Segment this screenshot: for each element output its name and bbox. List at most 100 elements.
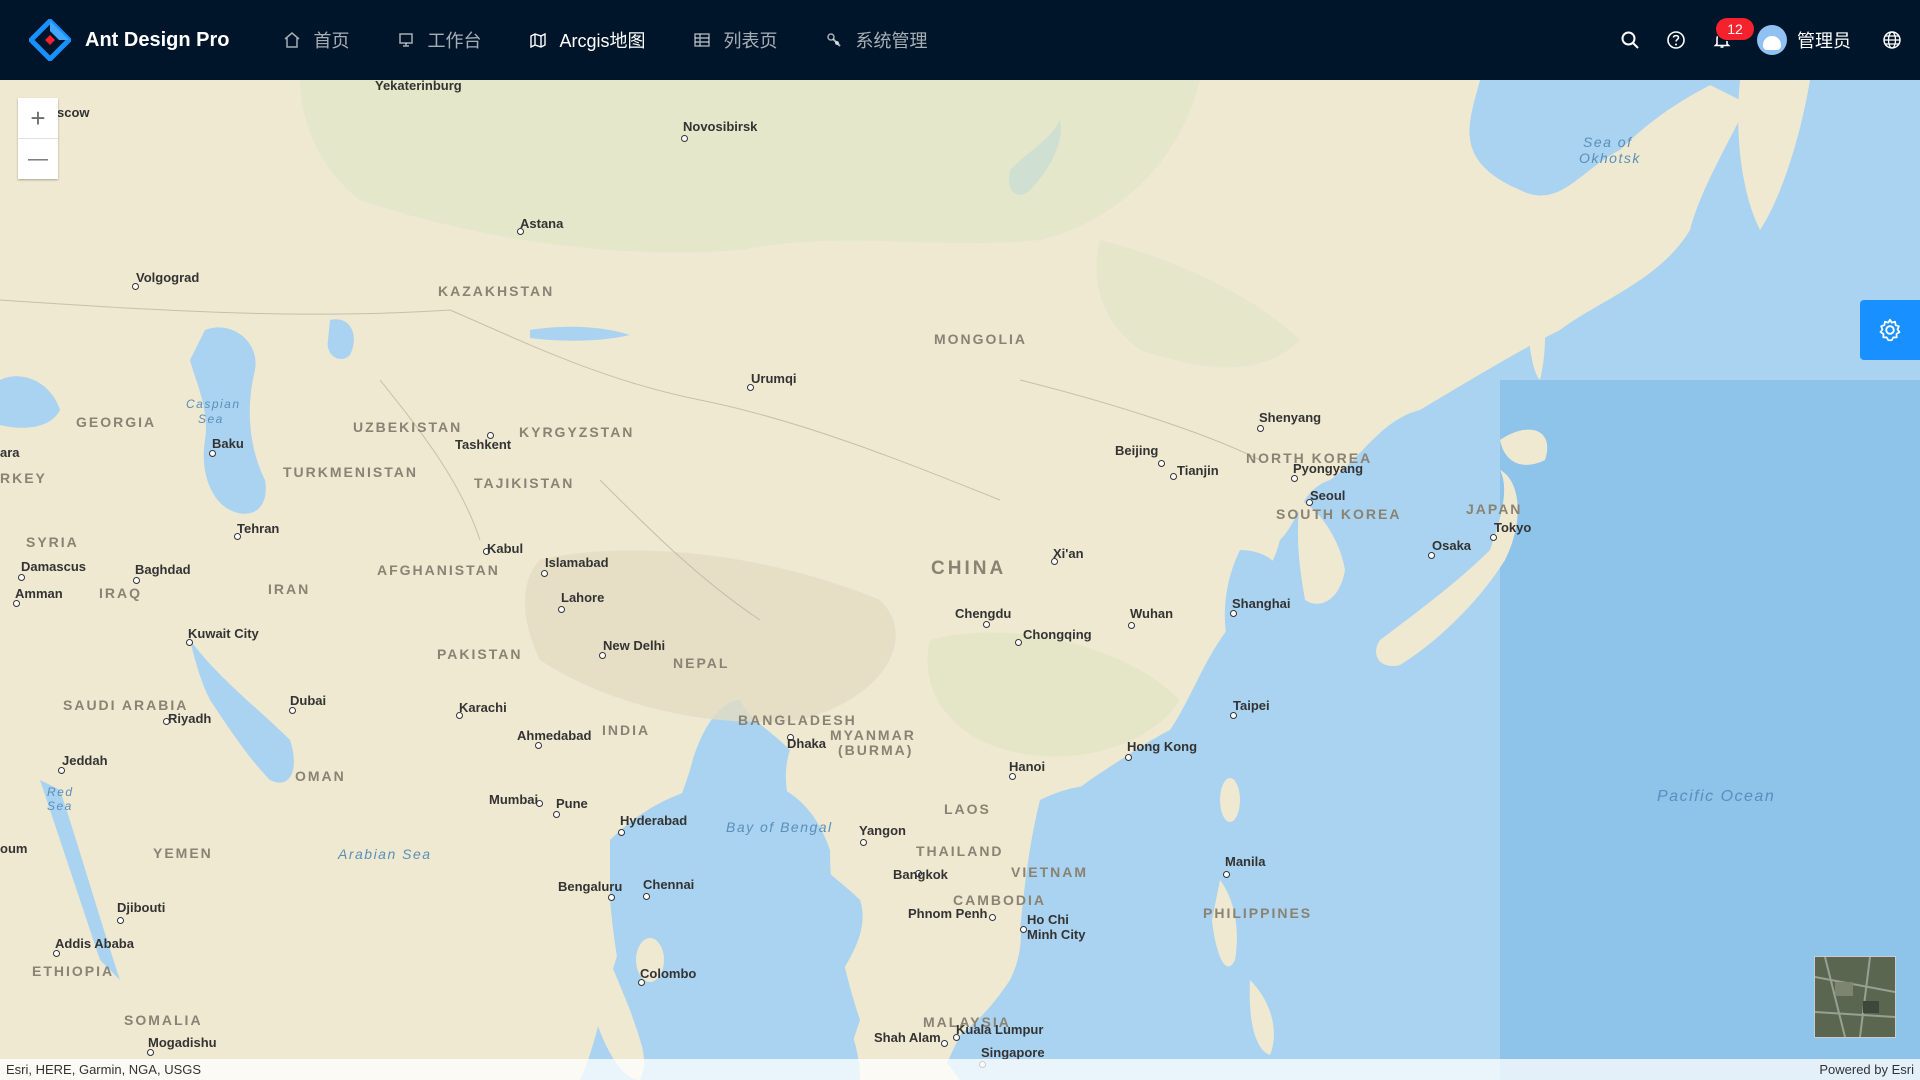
- minus-icon: —: [28, 147, 48, 170]
- map-label-water: Pacific Ocean: [1657, 788, 1776, 805]
- map-label-city: ara: [0, 445, 20, 460]
- zoom-in-button[interactable]: +: [18, 98, 58, 138]
- map-attribution-bar: Esri, HERE, Garmin, NGA, USGS Powered by…: [0, 1059, 1920, 1080]
- map-label-city: Astana: [520, 216, 564, 231]
- map-label-country: UZBEKISTAN: [353, 419, 463, 435]
- user-menu[interactable]: 管理员: [1745, 0, 1869, 80]
- city-marker: [1291, 475, 1298, 482]
- map-label-country: IRAQ: [99, 585, 142, 601]
- map-label-country: MONGOLIA: [934, 331, 1027, 347]
- map-label-city: Minh City: [1027, 927, 1086, 942]
- map-label-city: Tashkent: [455, 437, 512, 452]
- powered-by-link[interactable]: Powered by Esri: [1819, 1062, 1914, 1077]
- map-label-country: LAOS: [944, 801, 991, 817]
- map-label-city: Riyadh: [168, 711, 212, 726]
- map-label-city: Volgograd: [136, 270, 200, 285]
- city-marker: [133, 577, 140, 584]
- map-label-city: Jeddah: [62, 753, 108, 768]
- city-marker: [1230, 712, 1237, 719]
- nav-item-workbench[interactable]: 工作台: [373, 0, 505, 80]
- city-marker: [989, 914, 996, 921]
- map-label-city: Hanoi: [1009, 759, 1046, 774]
- map-label-city: Chennai: [643, 877, 695, 892]
- map-label-country: RKEY: [0, 470, 47, 486]
- map-label-city: scow: [57, 105, 90, 120]
- map-label-country: SOMALIA: [124, 1012, 203, 1028]
- map-label-city: Mogadishu: [148, 1035, 217, 1050]
- city-marker: [209, 450, 216, 457]
- city-marker: [541, 570, 548, 577]
- city-marker: [1223, 871, 1230, 878]
- map-label-city: Chongqing: [1023, 627, 1092, 642]
- city-marker: [553, 811, 560, 818]
- map-label-city: Yekaterinburg: [375, 80, 462, 93]
- map-label-city: Hyderabad: [620, 813, 688, 828]
- map-label-city: Tokyo: [1494, 520, 1532, 535]
- map-label-country: TAJIKISTAN: [474, 475, 575, 491]
- brand-logo-link[interactable]: Ant Design Pro: [0, 0, 229, 80]
- map-label-city: Shanghai: [1232, 596, 1291, 611]
- city-marker: [117, 917, 124, 924]
- map-label-city: Urumqi: [751, 371, 797, 386]
- map-label-city: Wuhan: [1130, 606, 1174, 621]
- map-label-city: Yangon: [859, 823, 906, 838]
- language-switch-button[interactable]: [1869, 0, 1920, 80]
- map-label-water: Okhotsk: [1579, 150, 1641, 166]
- map-label-country: AFGHANISTAN: [377, 562, 500, 578]
- arcgis-map-view[interactable]: Yekaterinburg scow Novosibirsk Astana Vo…: [0, 80, 1920, 1080]
- city-marker: [1015, 639, 1022, 646]
- nav-item-home[interactable]: 首页: [259, 0, 373, 80]
- nav-item-label: 首页: [313, 31, 350, 51]
- desktop-icon: [397, 31, 415, 49]
- help-button[interactable]: [1653, 0, 1699, 80]
- map-label-city: Kabul: [487, 541, 524, 556]
- city-marker: [860, 839, 867, 846]
- map-label-city: Chengdu: [955, 606, 1012, 621]
- nav-item-list[interactable]: 列表页: [669, 0, 801, 80]
- attribution-text: Esri, HERE, Garmin, NGA, USGS: [6, 1062, 202, 1077]
- setting-drawer-button[interactable]: [1860, 300, 1920, 360]
- map-label-city: Ho Chi: [1027, 912, 1069, 927]
- map-label-city: Seoul: [1310, 488, 1346, 503]
- map-label-city: Beijing: [1115, 443, 1159, 458]
- nav-item-arcgis-map[interactable]: Arcgis地图: [505, 0, 669, 80]
- header-actions: 12 管理员: [1607, 0, 1920, 80]
- setting-tool-icon: [825, 31, 843, 49]
- map-label-city: Islamabad: [545, 555, 609, 570]
- table-icon: [693, 31, 711, 49]
- map-label-country: GEORGIA: [76, 414, 157, 430]
- map-basemap: [0, 80, 1920, 1080]
- city-marker: [558, 606, 565, 613]
- map-label-water: Caspian: [186, 397, 241, 411]
- search-button[interactable]: [1607, 0, 1653, 80]
- username: 管理员: [1797, 31, 1851, 51]
- nav-item-label: Arcgis地图: [559, 31, 646, 51]
- map-label-city: Bangkok: [893, 867, 948, 882]
- map-label-city: Phnom Penh: [908, 906, 988, 921]
- city-marker: [13, 600, 20, 607]
- city-marker: [1257, 425, 1264, 432]
- map-label-city: Shah Alam: [874, 1030, 941, 1045]
- map-label-country: TURKMENISTAN: [283, 464, 418, 480]
- map-label-city: Kuwait City: [188, 626, 259, 641]
- notification-button[interactable]: 12: [1699, 0, 1754, 80]
- city-marker: [608, 894, 615, 901]
- basemap-toggle-thumbnail[interactable]: [1814, 956, 1896, 1038]
- map-label-country: THAILAND: [916, 843, 1004, 859]
- top-header: Ant Design Pro 首页 工作台 Arcgis地图 列表页 系统管理 …: [0, 0, 1920, 80]
- map-label-country: CHINA: [931, 558, 1007, 579]
- map-label-country: PHILIPPINES: [1203, 905, 1313, 921]
- map-label-city: Lahore: [561, 590, 605, 605]
- map-label-city: Kuala Lumpur: [956, 1022, 1044, 1037]
- map-label-city: Ahmedabad: [517, 728, 592, 743]
- map-label-city: Tehran: [237, 521, 280, 536]
- nav-item-system-management[interactable]: 系统管理: [801, 0, 951, 80]
- map-label-water: Sea: [198, 412, 224, 426]
- city-marker: [18, 574, 25, 581]
- zoom-out-button[interactable]: —: [18, 138, 58, 179]
- city-marker: [681, 135, 688, 142]
- globe-icon: [1883, 31, 1901, 49]
- map-label-city: Shenyang: [1259, 410, 1322, 425]
- map-label-city: Djibouti: [117, 900, 166, 915]
- city-marker: [941, 1040, 948, 1047]
